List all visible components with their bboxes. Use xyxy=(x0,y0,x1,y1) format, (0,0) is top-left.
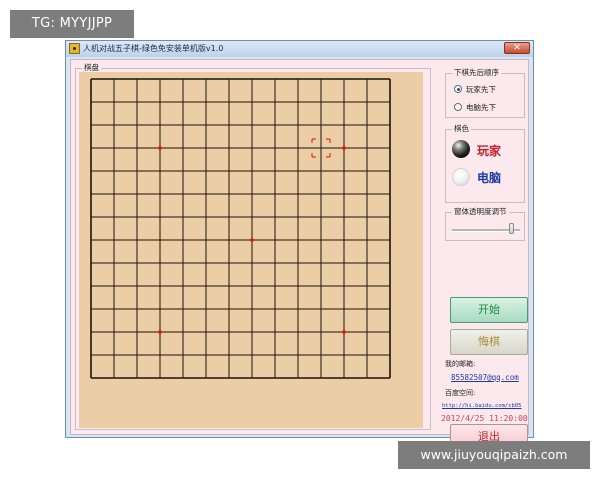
transparency-group: 窗体透明度调节 xyxy=(445,207,525,241)
star-point xyxy=(158,330,162,334)
transparency-group-label: 窗体透明度调节 xyxy=(452,207,509,217)
board-grid[interactable] xyxy=(79,72,423,428)
star-point xyxy=(158,146,162,150)
app-window: 人机对战五子棋-绿色免安装单机版v1.0 ✕ 棋盘 下棋先后顺序 玩家先下 电脑… xyxy=(65,40,534,450)
baidu-space-link[interactable]: http://hi.baidu.com/cb05 xyxy=(442,403,521,409)
computer-color-label: 电脑 xyxy=(477,171,502,185)
baidu-space-label: 百度空间: xyxy=(445,389,476,397)
window-title: 人机对战五子棋-绿色免安装单机版v1.0 xyxy=(83,44,224,53)
computer-first-label[interactable]: 电脑先下 xyxy=(466,102,496,113)
client-area: 棋盘 下棋先后顺序 玩家先下 电脑先下 棋色 玩家 电脑 窗体透明度调节 开始 … xyxy=(70,59,529,450)
watermark-top-left: TG: MYYJJPP xyxy=(10,10,134,38)
title-bar[interactable]: 人机对战五子棋-绿色免安装单机版v1.0 ✕ xyxy=(66,41,533,57)
email-label: 我的邮箱: xyxy=(445,360,476,368)
order-group-label: 下棋先后顺序 xyxy=(452,68,501,78)
close-button[interactable]: ✕ xyxy=(504,42,530,54)
black-stone-icon xyxy=(452,140,470,158)
email-link[interactable]: 85582507@qq.com xyxy=(451,373,519,382)
star-point xyxy=(342,146,346,150)
watermark-bottom-right: www.jiuyouqipaizh.com xyxy=(398,441,590,469)
order-group: 下棋先后顺序 玩家先下 电脑先下 xyxy=(445,68,525,118)
undo-button[interactable]: 悔棋 xyxy=(450,329,528,355)
star-point xyxy=(342,330,346,334)
stone-color-group-label: 棋色 xyxy=(452,124,471,134)
start-button[interactable]: 开始 xyxy=(450,297,528,323)
player-first-label[interactable]: 玩家先下 xyxy=(466,84,496,95)
app-icon xyxy=(69,43,80,54)
game-board[interactable] xyxy=(79,72,423,428)
white-stone-icon xyxy=(452,168,470,186)
computer-first-radio[interactable] xyxy=(454,103,462,111)
screenshot: TG: MYYJJPP 人机对战五子棋-绿色免安装单机版v1.0 ✕ 棋盘 下棋… xyxy=(0,0,600,480)
clock-timestamp: 2012/4/25 11:20:00 xyxy=(441,414,528,423)
stone-color-group: 棋色 玩家 电脑 xyxy=(445,124,525,203)
transparency-slider-thumb[interactable] xyxy=(509,223,514,234)
player-color-label: 玩家 xyxy=(477,144,502,158)
star-point xyxy=(250,238,254,242)
player-first-radio[interactable] xyxy=(454,85,462,93)
